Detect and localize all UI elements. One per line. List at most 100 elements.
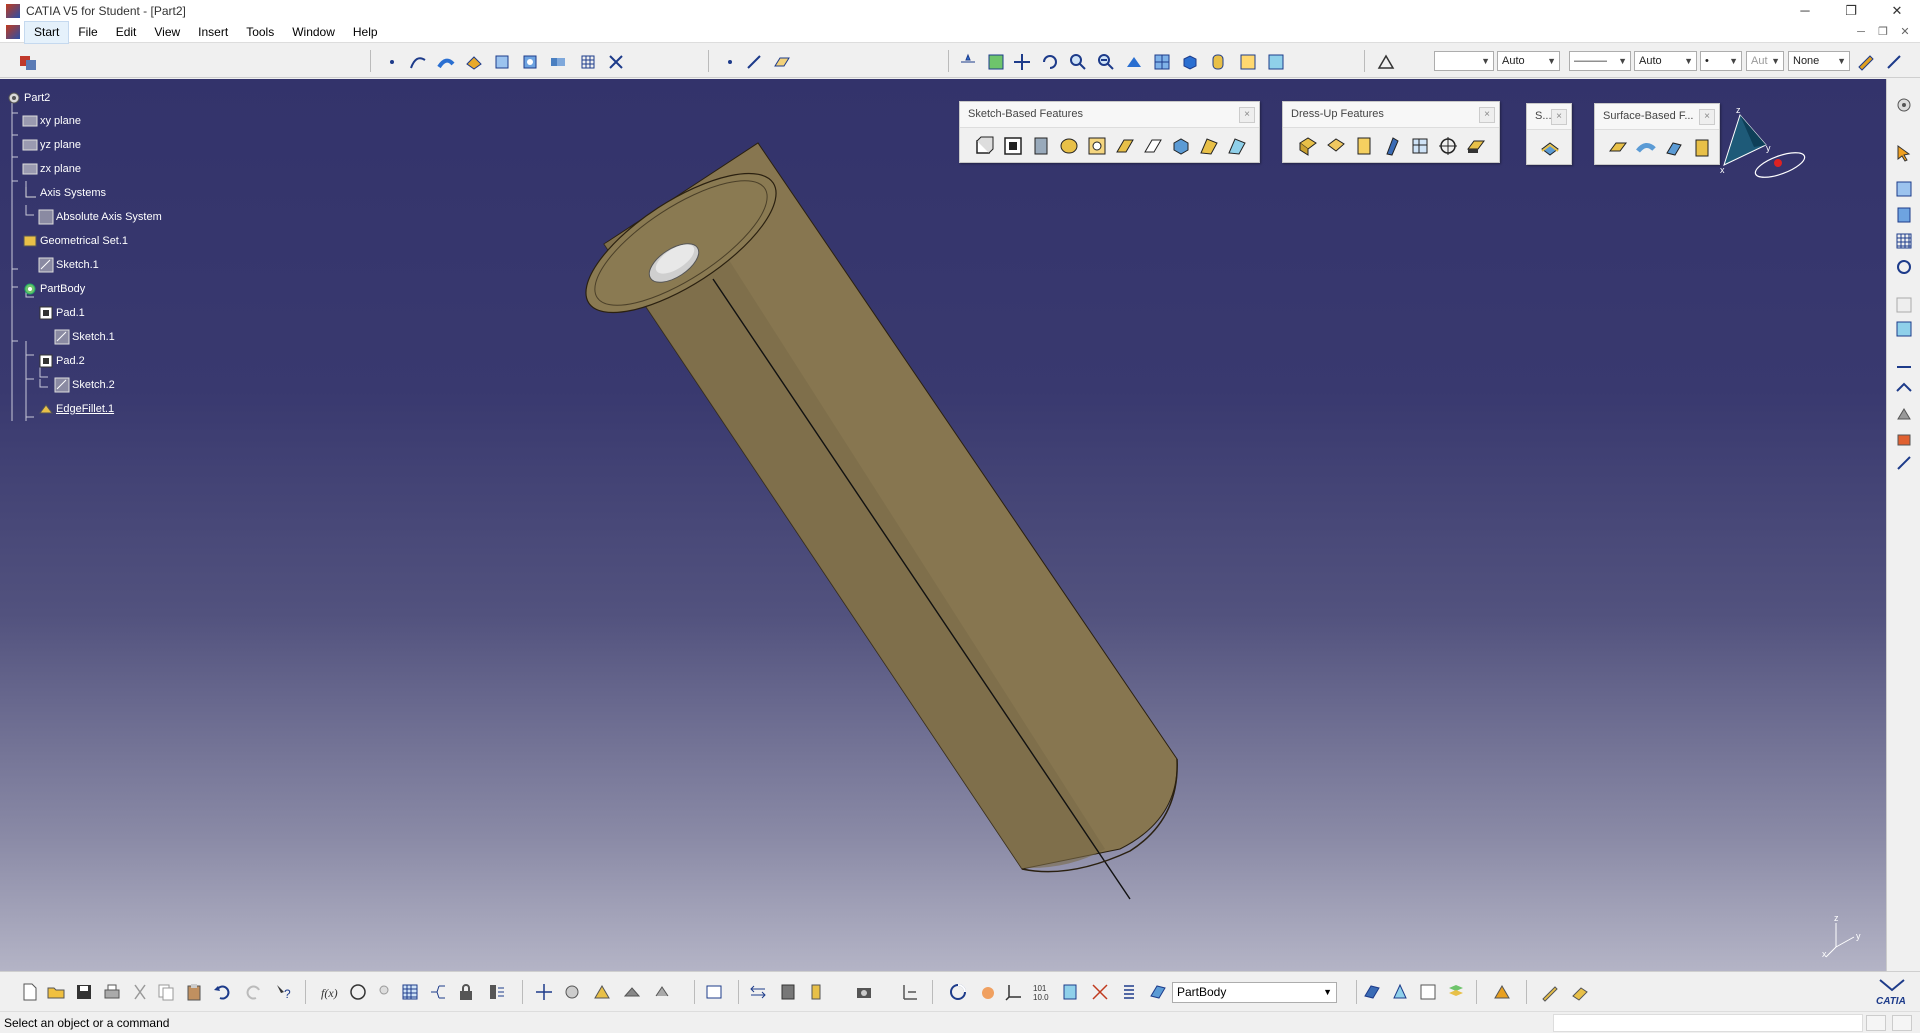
publication-icon[interactable] [778, 982, 798, 1002]
material-library-icon[interactable] [1894, 429, 1914, 449]
apply-material-icon[interactable] [1894, 405, 1914, 425]
cylinder-part-model[interactable] [0, 79, 1886, 971]
multi-section-solid-icon[interactable] [1198, 135, 1220, 157]
fill-icon[interactable] [520, 52, 540, 72]
status-button-2[interactable] [1892, 1015, 1912, 1031]
line-style-combo[interactable]: ——— ▼ [1569, 51, 1631, 71]
point-icon[interactable] [382, 52, 402, 72]
tree-node-edgefillet-1[interactable]: EdgeFillet.1 [38, 400, 114, 418]
current-body-combo[interactable]: PartBody ▼ [1172, 982, 1337, 1003]
snap-to-point-icon[interactable] [1090, 982, 1110, 1002]
point-style-combo[interactable]: • ▼ [1700, 51, 1742, 71]
assemble-icon[interactable] [1418, 982, 1438, 1002]
painter-icon[interactable] [1856, 52, 1876, 72]
axis-system-tool-icon[interactable] [1004, 982, 1024, 1002]
tree-node-sketch-1-pad[interactable]: Sketch.1 [54, 328, 115, 346]
edge-fillet-tool-icon[interactable] [1297, 135, 1319, 157]
hand-icon[interactable] [978, 982, 998, 1002]
knowledge-icon[interactable] [348, 982, 368, 1002]
thread-tool-icon[interactable] [1437, 135, 1459, 157]
tree-node-part2[interactable]: Part2 [6, 89, 50, 107]
tree-node-partbody[interactable]: PartBody [22, 280, 85, 298]
compass-manipulator[interactable]: x y z [1710, 103, 1806, 187]
swap-visible-icon[interactable] [1266, 52, 1286, 72]
open-folder-icon[interactable] [46, 982, 66, 1002]
undo-icon[interactable] [212, 982, 232, 1002]
sketcher-gear-icon[interactable] [1894, 95, 1914, 115]
maximize-button[interactable]: ❐ [1828, 0, 1874, 22]
fly-icon[interactable] [534, 982, 554, 1002]
zoom-out-icon[interactable] [1096, 52, 1116, 72]
3d-viewport[interactable]: Part2 xy plane yz plane zx plane Axis Sy… [0, 79, 1886, 971]
measure-icon[interactable] [1894, 295, 1914, 315]
line-thickness-combo[interactable]: Auto ▼ [1497, 51, 1560, 71]
close-icon[interactable]: × [1551, 109, 1567, 125]
menu-file[interactable]: File [69, 22, 106, 43]
catalog-browser-icon[interactable] [1894, 453, 1914, 473]
chamfer-tool-icon[interactable] [1325, 135, 1347, 157]
menu-edit[interactable]: Edit [107, 22, 146, 43]
select-arrow-icon[interactable] [1894, 143, 1914, 163]
redo-icon[interactable] [244, 982, 264, 1002]
sweep-icon[interactable] [492, 52, 512, 72]
pocket-tool-icon[interactable] [1002, 135, 1024, 157]
insert-body-icon[interactable] [1362, 982, 1382, 1002]
toolbar-title-bar[interactable]: Dress-Up Features × [1283, 102, 1499, 128]
shell-tool-icon[interactable] [1381, 135, 1403, 157]
minimize-button[interactable]: ─ [1782, 0, 1828, 22]
fit-all-icon[interactable] [986, 52, 1006, 72]
close-button[interactable]: ✕ [1874, 0, 1920, 22]
shaft-tool-icon[interactable] [1030, 135, 1052, 157]
join-icon[interactable] [548, 52, 568, 72]
power-copy-icon[interactable] [652, 982, 672, 1002]
tree-node-xy-plane[interactable]: xy plane [22, 112, 81, 130]
list-icon[interactable] [1118, 982, 1138, 1002]
copy-icon[interactable] [156, 982, 176, 1002]
tree-node-sketch-2[interactable]: Sketch.2 [54, 376, 115, 394]
tree-node-axis-systems[interactable]: Axis Systems [22, 184, 106, 202]
toolbar-title-bar[interactable]: S... × [1527, 104, 1571, 130]
extrude-surface-icon[interactable] [436, 52, 456, 72]
update-icon[interactable] [948, 982, 968, 1002]
color-combo[interactable]: ▼ [1434, 51, 1494, 71]
paste-icon[interactable] [184, 982, 204, 1002]
stiffener-tool-icon[interactable] [1170, 135, 1192, 157]
hole-tool-icon[interactable] [1086, 135, 1108, 157]
instantiate-icon[interactable] [592, 982, 612, 1002]
multi-view-icon[interactable] [1152, 52, 1172, 72]
camera-icon[interactable] [854, 982, 874, 1002]
doc-close-button[interactable]: ✕ [1894, 22, 1916, 43]
fly-mode-icon[interactable] [958, 52, 978, 72]
annotation-icon[interactable] [1894, 353, 1914, 373]
save-management-icon[interactable] [622, 982, 642, 1002]
formula-icon[interactable]: f(x) [320, 982, 340, 1002]
catalog-icon[interactable] [428, 982, 448, 1002]
rib-tool-icon[interactable] [1114, 135, 1136, 157]
close-surface-icon[interactable] [1663, 137, 1685, 159]
properties-painter-icon[interactable] [1376, 52, 1396, 72]
tree-node-pad-2[interactable]: Pad.2 [38, 352, 85, 370]
table-icon[interactable] [400, 982, 420, 1002]
dress-up-features-toolbar[interactable]: Dress-Up Features × [1282, 101, 1500, 163]
print-icon[interactable] [102, 982, 122, 1002]
offset-surface-icon[interactable] [464, 52, 484, 72]
menu-help[interactable]: Help [344, 22, 387, 43]
draft-tool-icon[interactable] [1353, 135, 1375, 157]
split-surface-icon[interactable] [1607, 137, 1629, 159]
spline-icon[interactable] [408, 52, 428, 72]
hide-show-icon[interactable] [1238, 52, 1258, 72]
measure-between-icon[interactable] [900, 982, 920, 1002]
close-icon[interactable]: × [1239, 107, 1255, 123]
pattern-grid-icon[interactable] [1894, 231, 1914, 251]
tree-node-geometrical-set[interactable]: Geometrical Set.1 [22, 232, 128, 250]
slot-tool-icon[interactable] [1142, 135, 1164, 157]
boolean-icon[interactable] [1390, 982, 1410, 1002]
tag-icon[interactable] [806, 982, 826, 1002]
groove-tool-icon[interactable] [1058, 135, 1080, 157]
removed-multi-section-icon[interactable] [1226, 135, 1248, 157]
surface-based-features-toolbar[interactable]: Surface-Based F... × [1594, 103, 1720, 165]
doc-minimize-button[interactable]: ─ [1850, 22, 1872, 43]
tree-node-zx-plane[interactable]: zx plane [22, 160, 81, 178]
rotate-icon[interactable] [1040, 52, 1060, 72]
constraint-icon[interactable] [1894, 257, 1914, 277]
